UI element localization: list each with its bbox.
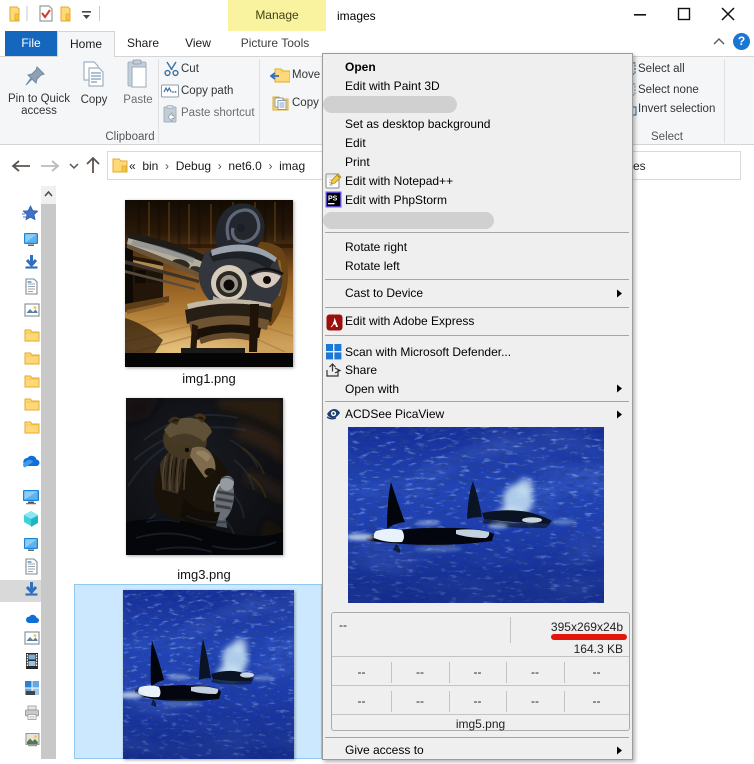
- svg-text:PS: PS: [328, 196, 338, 203]
